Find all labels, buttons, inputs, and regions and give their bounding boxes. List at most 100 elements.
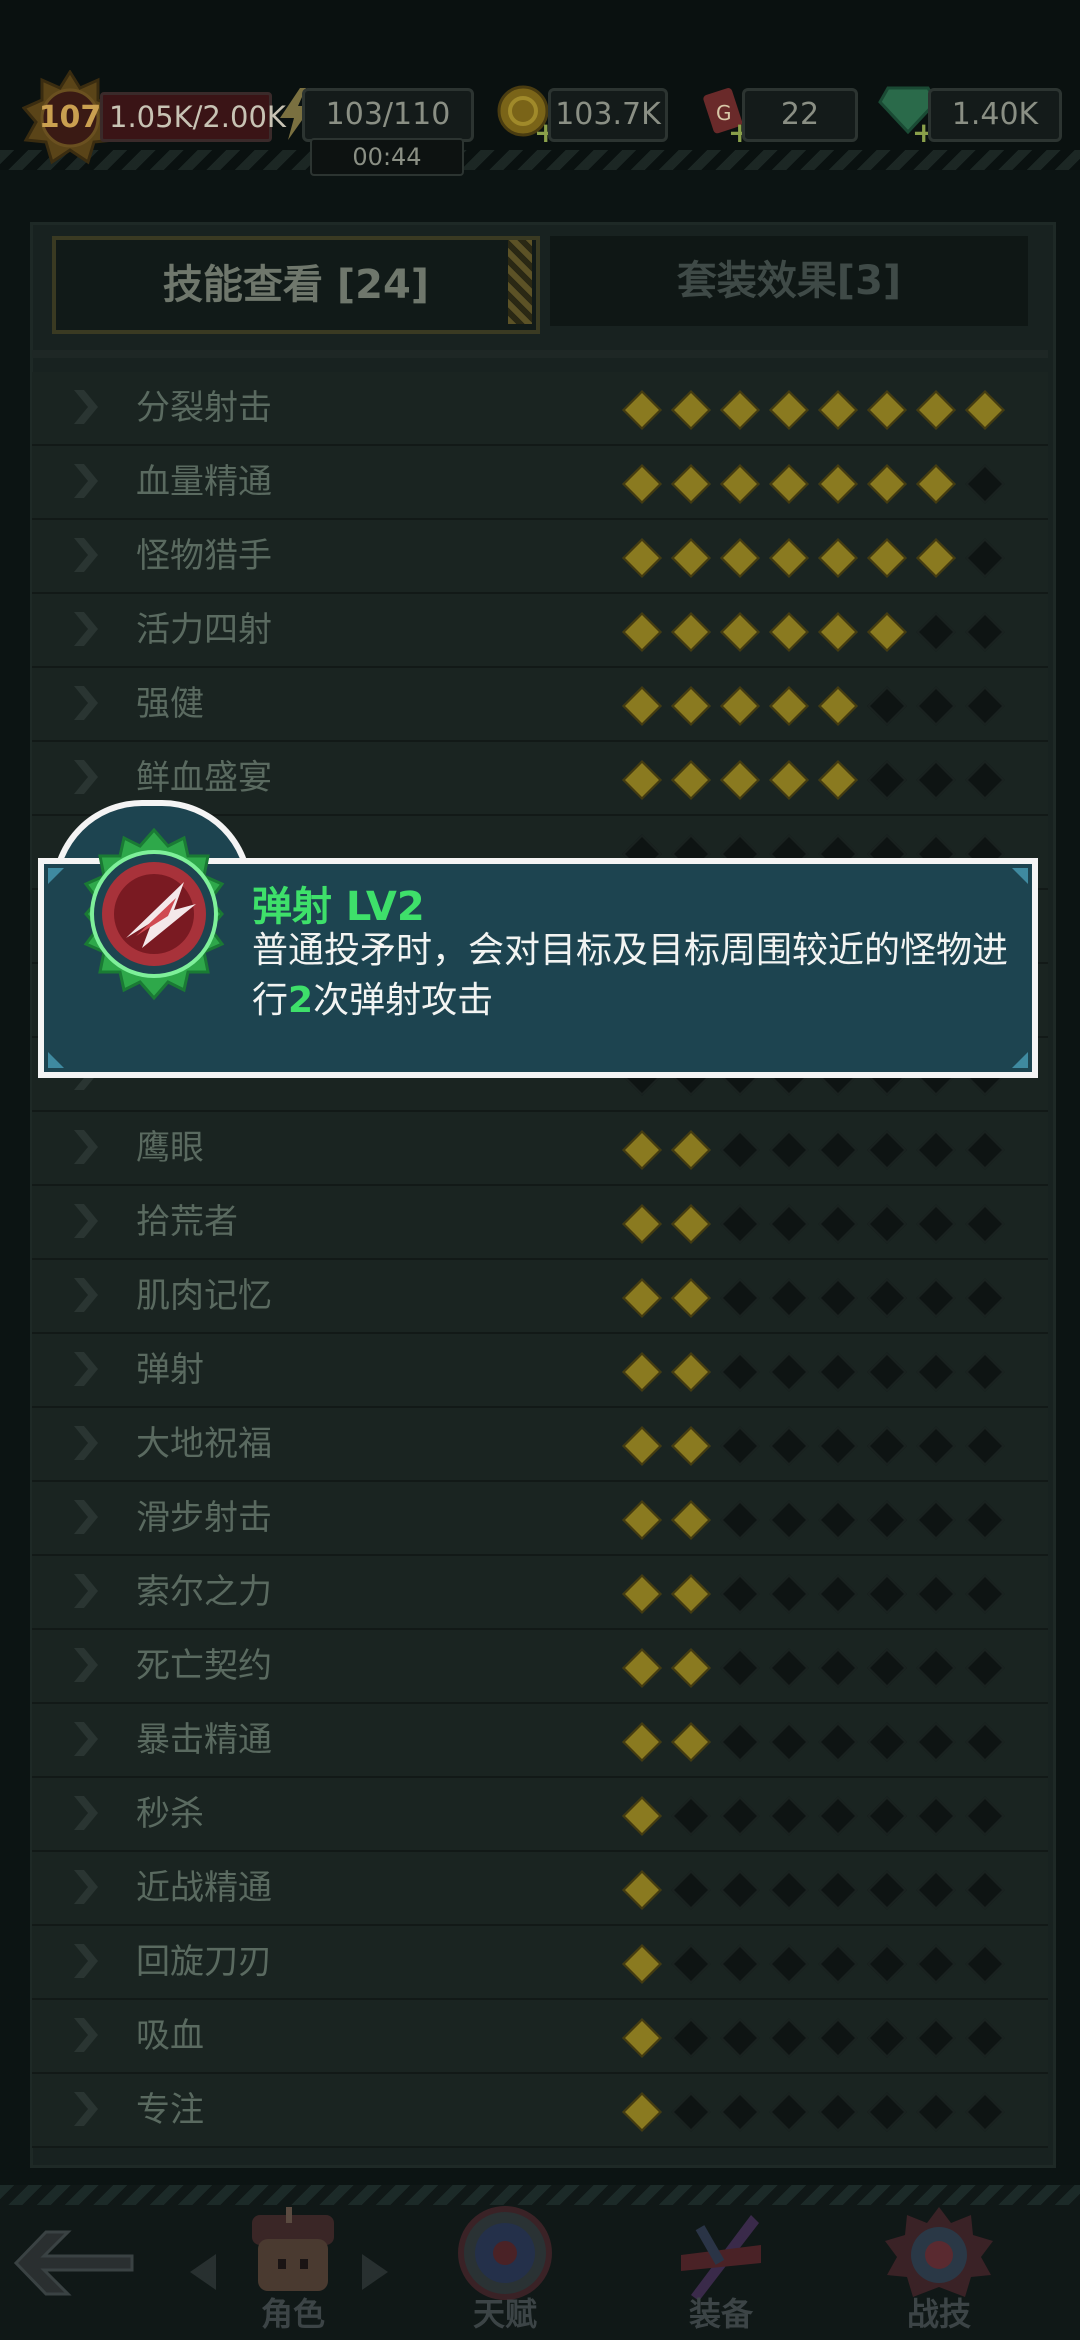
level-pip-empty bbox=[965, 686, 1005, 726]
level-pip-filled bbox=[720, 612, 760, 652]
expand-chevron-icon[interactable] bbox=[72, 462, 100, 500]
level-pip-empty bbox=[818, 1500, 858, 1540]
skill-row[interactable]: 索尔之力 bbox=[32, 1556, 1048, 1630]
level-pip-filled bbox=[720, 760, 760, 800]
level-pip-filled bbox=[916, 538, 956, 578]
expand-chevron-icon[interactable] bbox=[72, 2016, 100, 2054]
skill-row[interactable]: 弹射 bbox=[32, 1334, 1048, 1408]
level-pip-filled bbox=[818, 760, 858, 800]
level-pip-empty bbox=[769, 1574, 809, 1614]
tab-set-effects[interactable]: 套装效果[3] bbox=[550, 236, 1028, 326]
expand-chevron-icon[interactable] bbox=[72, 1498, 100, 1536]
expand-chevron-icon[interactable] bbox=[72, 1350, 100, 1388]
ticket-counter: 22 bbox=[742, 88, 858, 142]
level-pip-filled bbox=[965, 390, 1005, 430]
expand-chevron-icon[interactable] bbox=[72, 1720, 100, 1758]
skill-name: 滑步射击 bbox=[136, 1498, 272, 1538]
level-pip-filled bbox=[818, 612, 858, 652]
skill-row[interactable]: 专注 bbox=[32, 2074, 1048, 2148]
popup-corner bbox=[48, 1052, 64, 1068]
level-pip-empty bbox=[867, 1944, 907, 1984]
expand-chevron-icon[interactable] bbox=[72, 1942, 100, 1980]
level-pip-empty bbox=[720, 1796, 760, 1836]
tab-skill-view[interactable]: 技能查看 [24] bbox=[52, 236, 540, 334]
prev-arrow-icon[interactable] bbox=[188, 2252, 218, 2292]
expand-chevron-icon[interactable] bbox=[72, 1646, 100, 1684]
nav-talent[interactable]: 天赋 bbox=[440, 2205, 570, 2335]
expand-chevron-icon[interactable] bbox=[72, 1276, 100, 1314]
expand-chevron-icon[interactable] bbox=[72, 1794, 100, 1832]
popup-corner bbox=[48, 868, 64, 884]
level-pip-filled bbox=[916, 390, 956, 430]
level-pip-filled bbox=[622, 760, 662, 800]
level-pip-empty bbox=[867, 1870, 907, 1910]
level-pip-empty bbox=[720, 1870, 760, 1910]
level-pip-empty bbox=[867, 1648, 907, 1688]
nav-battle-skill[interactable]: 战技 bbox=[874, 2205, 1004, 2335]
skill-row[interactable]: 鹰眼 bbox=[32, 1112, 1048, 1186]
level-pip-empty bbox=[720, 1944, 760, 1984]
nav-role[interactable]: 角色 bbox=[228, 2205, 358, 2335]
level-pip-empty bbox=[818, 2018, 858, 2058]
level-pip-filled bbox=[671, 1500, 711, 1540]
level-pip-filled bbox=[916, 464, 956, 504]
skill-row[interactable]: 回旋刀刃 bbox=[32, 1926, 1048, 2000]
next-arrow-icon[interactable] bbox=[360, 2252, 390, 2292]
level-pip-empty bbox=[720, 1130, 760, 1170]
level-pip-empty bbox=[769, 1500, 809, 1540]
skill-row[interactable]: 死亡契约 bbox=[32, 1630, 1048, 1704]
level-pip-empty bbox=[965, 2018, 1005, 2058]
level-pip-filled bbox=[671, 1204, 711, 1244]
level-pip-filled bbox=[622, 2018, 662, 2058]
skill-row[interactable]: 大地祝福 bbox=[32, 1408, 1048, 1482]
level-pip-empty bbox=[769, 1796, 809, 1836]
expand-chevron-icon[interactable] bbox=[72, 1128, 100, 1166]
level-pip-filled bbox=[867, 612, 907, 652]
energy-counter[interactable]: 103/110 bbox=[302, 88, 474, 142]
expand-chevron-icon[interactable] bbox=[72, 388, 100, 426]
expand-chevron-icon[interactable] bbox=[72, 1424, 100, 1462]
skill-row[interactable]: 吸血 bbox=[32, 2000, 1048, 2074]
level-pip-filled bbox=[622, 686, 662, 726]
expand-chevron-icon[interactable] bbox=[72, 1202, 100, 1240]
xp-bar: 1.05K/2.00K bbox=[100, 92, 286, 142]
skill-name: 死亡契约 bbox=[136, 1646, 272, 1686]
skill-row[interactable]: 拾荒者 bbox=[32, 1186, 1048, 1260]
skill-row[interactable]: 分裂射击 bbox=[32, 372, 1048, 446]
popup-desc-text-end: 次弹射攻击 bbox=[313, 980, 494, 1021]
skill-row[interactable]: 强健 bbox=[32, 668, 1048, 742]
skill-row[interactable]: 肌肉记忆 bbox=[32, 1260, 1048, 1334]
expand-chevron-icon[interactable] bbox=[72, 610, 100, 648]
level-pip-filled bbox=[867, 464, 907, 504]
back-arrow-icon[interactable] bbox=[14, 2226, 134, 2300]
skill-row[interactable]: 活力四射 bbox=[32, 594, 1048, 668]
level-pip-filled bbox=[769, 464, 809, 504]
skill-name: 弹射 bbox=[136, 1350, 204, 1390]
expand-chevron-icon[interactable] bbox=[72, 684, 100, 722]
level-pip-empty bbox=[867, 1500, 907, 1540]
level-pip-empty bbox=[916, 1352, 956, 1392]
expand-chevron-icon[interactable] bbox=[72, 2090, 100, 2128]
level-pip-filled bbox=[671, 1278, 711, 1318]
level-pip-filled bbox=[622, 1130, 662, 1170]
expand-chevron-icon[interactable] bbox=[72, 758, 100, 796]
skill-row[interactable]: 暴击精通 bbox=[32, 1704, 1048, 1778]
skill-row[interactable]: 滑步射击 bbox=[32, 1482, 1048, 1556]
skill-row[interactable]: 怪物猎手 bbox=[32, 520, 1048, 594]
expand-chevron-icon[interactable] bbox=[72, 1572, 100, 1610]
nav-equipment[interactable]: 装备 bbox=[656, 2205, 786, 2335]
skill-row[interactable]: 近战精通 bbox=[32, 1852, 1048, 1926]
level-pip-filled bbox=[671, 612, 711, 652]
skill-row[interactable]: 血量精通 bbox=[32, 446, 1048, 520]
level-pip-empty bbox=[916, 686, 956, 726]
expand-chevron-icon[interactable] bbox=[72, 536, 100, 574]
level-pip-empty bbox=[916, 1426, 956, 1466]
popup-corner bbox=[1012, 868, 1028, 884]
level-pip-empty bbox=[965, 1944, 1005, 1984]
skill-row[interactable]: 秒杀 bbox=[32, 1778, 1048, 1852]
level-pip-empty bbox=[916, 1796, 956, 1836]
level-pip-empty bbox=[867, 2092, 907, 2132]
level-pip-filled bbox=[622, 612, 662, 652]
nav-equipment-label: 装备 bbox=[688, 2295, 753, 2333]
expand-chevron-icon[interactable] bbox=[72, 1868, 100, 1906]
